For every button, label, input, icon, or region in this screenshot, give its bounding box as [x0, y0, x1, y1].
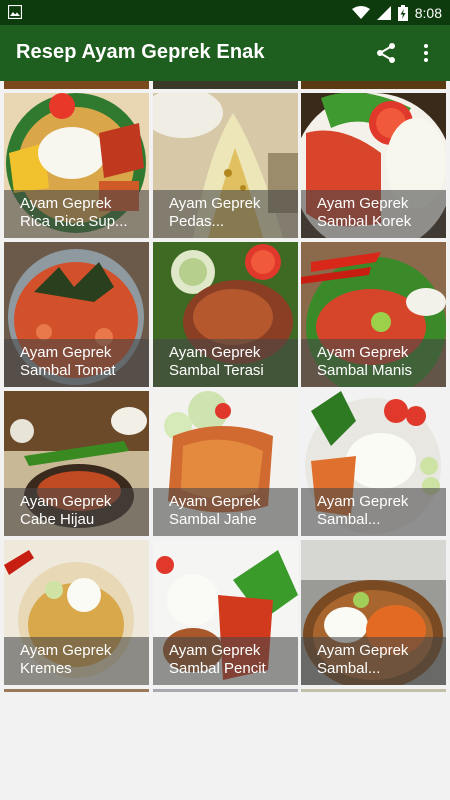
- recipe-tile-partial[interactable]: [4, 81, 149, 89]
- recipe-tile[interactable]: Ayam Geprek Sambal...: [301, 540, 446, 685]
- signal-icon: [376, 6, 391, 20]
- food-photo: [301, 81, 446, 89]
- recipe-tile[interactable]: Ayam Geprek Sambal...: [301, 391, 446, 536]
- recipe-title: Ayam Geprek Sambal Pencit: [153, 637, 298, 685]
- recipe-title: Ayam Geprek Sambal Korek: [301, 190, 446, 238]
- recipe-title: Ayam Geprek Pedas...: [153, 190, 298, 238]
- recipe-tile-partial[interactable]: [301, 81, 446, 89]
- food-photo: [4, 81, 149, 89]
- image-icon: [8, 5, 22, 19]
- recipe-tile[interactable]: Ayam Geprek Sambal Tomat: [4, 242, 149, 387]
- recipe-tile-partial[interactable]: [153, 81, 298, 89]
- recipe-tile[interactable]: Ayam Geprek Cabe Hijau: [4, 391, 149, 536]
- recipe-tile[interactable]: Ayam Geprek Pedas...: [153, 93, 298, 238]
- status-time: 8:08: [414, 5, 442, 21]
- recipe-title: Ayam Geprek Sambal...: [301, 637, 446, 685]
- recipe-title: Ayam Geprek Cabe Hijau: [4, 488, 149, 536]
- recipe-tile[interactable]: Ayam Geprek Rica Rica Sup...: [4, 93, 149, 238]
- recipe-title: Ayam Geprek Sambal Terasi: [153, 339, 298, 387]
- share-icon[interactable]: [374, 41, 398, 65]
- recipe-tile[interactable]: Ayam Geprek Sambal Pencit: [153, 540, 298, 685]
- recipe-title: Ayam Geprek Kremes: [4, 637, 149, 685]
- more-vert-icon[interactable]: [414, 41, 438, 65]
- recipe-tile[interactable]: Ayam Geprek Sambal Manis: [301, 242, 446, 387]
- recipe-title: Ayam Geprek Rica Rica Sup...: [4, 190, 149, 238]
- app-bar: Resep Ayam Geprek Enak: [0, 25, 450, 81]
- battery-charging-icon: [397, 5, 408, 21]
- wifi-icon: [351, 6, 370, 19]
- page-title: Resep Ayam Geprek Enak: [16, 41, 265, 63]
- recipe-title: Ayam Geprek Sambal Manis: [301, 339, 446, 387]
- recipe-title: Ayam Geprek Sambal...: [301, 488, 446, 536]
- recipe-grid: Ayam Geprek Rica Rica Sup... Ayam Geprek…: [0, 81, 450, 692]
- recipe-tile[interactable]: Ayam Geprek Kremes: [4, 540, 149, 685]
- food-photo: [153, 81, 298, 89]
- recipe-title: Ayam Geprek Sambal Jahe: [153, 488, 298, 536]
- empty-bottom-area: [0, 692, 450, 800]
- recipe-title: Ayam Geprek Sambal Tomat: [4, 339, 149, 387]
- status-bar: 8:08: [0, 0, 450, 25]
- recipe-tile[interactable]: Ayam Geprek Sambal Terasi: [153, 242, 298, 387]
- recipe-tile[interactable]: Ayam Geprek Sambal Korek: [301, 93, 446, 238]
- recipe-tile[interactable]: Ayam Geprek Sambal Jahe: [153, 391, 298, 536]
